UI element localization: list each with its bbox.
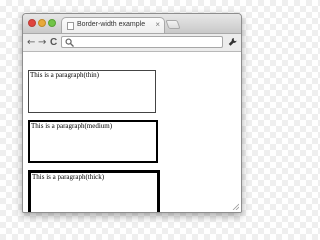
browser-tab[interactable]: Border-width example × [61,17,165,33]
minimize-window-button[interactable] [38,19,46,27]
close-window-button[interactable] [28,19,36,27]
back-button[interactable]: ← [27,35,35,50]
page-content: This is a paragraph(thin) This is a para… [23,52,241,212]
browser-window: Border-width example × ← → C This is a p… [22,13,242,213]
toolbar: ← → C [23,34,241,52]
forward-button[interactable]: → [38,35,46,50]
reload-button[interactable]: C [50,35,57,50]
tab-close-icon[interactable]: × [155,20,160,30]
wrench-icon[interactable] [228,37,237,47]
paragraph-thick: This is a paragraph(thick) [28,170,160,212]
page-icon [67,22,74,30]
tab-title: Border-width example [77,21,146,28]
resize-grip-icon[interactable] [232,203,239,210]
paragraph-thin: This is a paragraph(thin) [28,70,156,113]
search-icon [65,38,74,47]
new-tab-button[interactable] [165,20,181,29]
title-bar: Border-width example × [23,14,241,34]
address-bar[interactable] [61,36,223,48]
maximize-window-button[interactable] [48,19,56,27]
paragraph-medium: This is a paragraph(medium) [28,120,158,163]
